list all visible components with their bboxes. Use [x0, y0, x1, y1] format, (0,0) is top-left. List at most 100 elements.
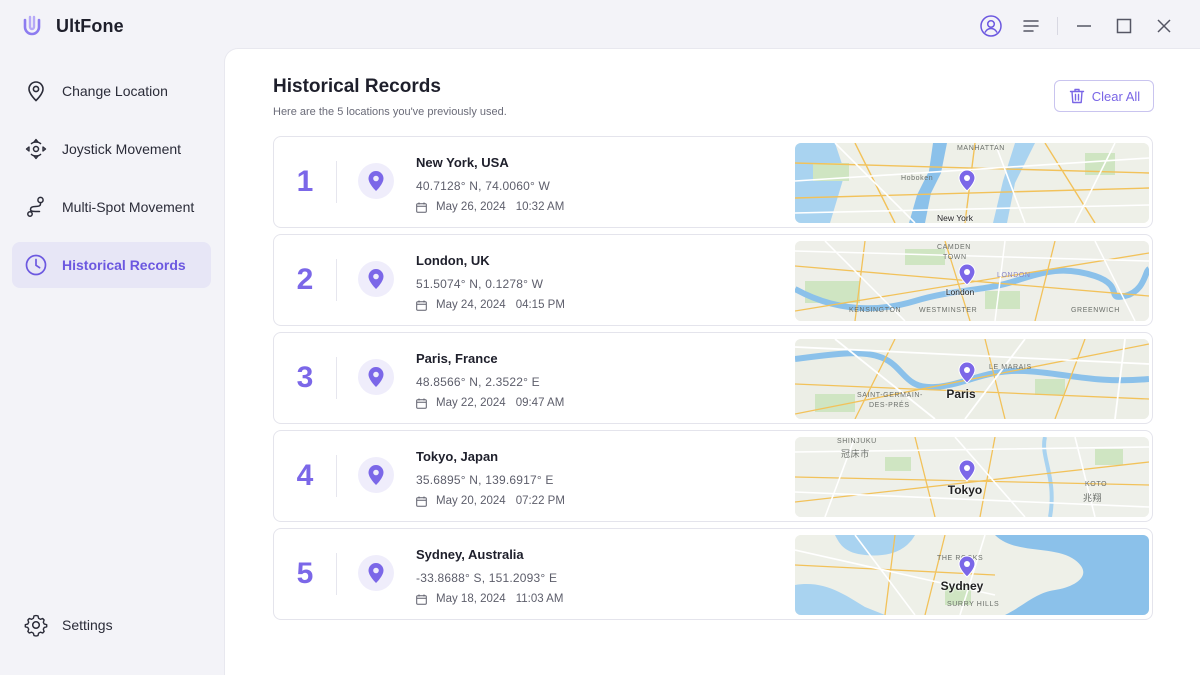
sidebar-item-label: Settings	[62, 617, 113, 633]
record-location-name: Sydney, Australia	[416, 547, 524, 562]
record-location-name: Tokyo, Japan	[416, 449, 499, 464]
calendar-icon	[416, 398, 427, 409]
user-account-icon	[980, 15, 1002, 37]
clear-all-button[interactable]: Clear All	[1054, 80, 1154, 112]
record-time: 10:32 AM	[515, 201, 565, 213]
record-pin	[358, 163, 394, 199]
record-pin	[358, 261, 394, 297]
record-date: May 22, 2024	[436, 397, 506, 409]
close-button[interactable]	[1144, 12, 1184, 40]
sidebar-item-label: Joystick Movement	[62, 141, 182, 157]
minimize-icon	[1077, 25, 1091, 27]
route-icon	[24, 195, 48, 219]
trash-icon	[1069, 88, 1084, 104]
history-record-card[interactable]: 1 New York, USA 40.7128° N, 74.0060° W M…	[273, 136, 1153, 228]
record-date: May 18, 2024	[436, 593, 506, 605]
map-city-label: Paris	[946, 387, 976, 401]
record-coordinates: 40.7128° N, 74.0060° W	[416, 179, 551, 193]
map-pin-icon	[958, 169, 976, 192]
map-label: GREENWICH	[1071, 307, 1120, 314]
app-name: UltFone	[56, 15, 124, 36]
record-coordinates: 35.6895° N, 139.6917° E	[416, 473, 554, 487]
maximize-button[interactable]	[1104, 12, 1144, 40]
map-city-label: Tokyo	[947, 483, 983, 497]
record-location-name: Paris, France	[416, 351, 498, 366]
map-label: LONDON	[997, 272, 1031, 279]
record-index: 3	[296, 361, 314, 394]
main-panel: Historical Records Here are the 5 locati…	[224, 48, 1200, 675]
record-time: 07:22 PM	[515, 495, 565, 507]
location-pin-icon	[368, 563, 384, 583]
card-divider	[336, 455, 337, 497]
sidebar-item-joystick-movement[interactable]: Joystick Movement	[12, 126, 211, 172]
record-time: 11:03 AM	[515, 593, 564, 605]
window-controls	[971, 12, 1184, 40]
record-map-thumbnail: LE MARAIS SAINT-GERMAIN- DES-PRÉS Paris	[795, 339, 1149, 419]
card-divider	[336, 161, 337, 203]
location-pin-icon	[368, 171, 384, 191]
menu-button[interactable]	[1011, 12, 1051, 40]
map-label: Hoboken	[901, 175, 934, 182]
window-controls-divider	[1057, 17, 1058, 35]
user-account-button[interactable]	[971, 12, 1011, 40]
map-label: DES-PRÉS	[869, 402, 910, 409]
record-datetime: May 24, 2024 04:15 PM	[416, 299, 565, 311]
clear-all-label: Clear All	[1091, 88, 1141, 104]
map-city-label: New York	[937, 213, 973, 223]
location-pin-icon	[368, 367, 384, 387]
calendar-icon	[416, 300, 427, 311]
record-coordinates: -33.8688° S, 151.2093° E	[416, 571, 558, 585]
map-label: TOWN	[943, 254, 967, 261]
sidebar: Change Location Joystick Movement Multi-…	[0, 52, 224, 675]
menu-icon	[1023, 20, 1039, 32]
record-datetime: May 20, 2024 07:22 PM	[416, 495, 565, 507]
map-label: 冠床市	[841, 449, 870, 459]
record-location-name: New York, USA	[416, 155, 509, 170]
sidebar-item-historical-records[interactable]: Historical Records	[12, 242, 211, 288]
sidebar-item-multi-spot-movement[interactable]: Multi-Spot Movement	[12, 184, 211, 230]
record-location-name: London, UK	[416, 253, 490, 268]
maximize-icon	[1116, 18, 1132, 34]
record-index: 2	[296, 263, 314, 296]
record-time: 09:47 AM	[515, 397, 565, 409]
calendar-icon	[416, 594, 427, 605]
map-label: SAINT-GERMAIN-	[857, 392, 923, 399]
map-label: KOTO	[1085, 481, 1108, 488]
record-coordinates: 48.8566° N, 2.3522° E	[416, 375, 540, 389]
sidebar-item-label: Multi-Spot Movement	[62, 199, 195, 215]
record-map-thumbnail: THE ROCKS SURRY HILLS Sydney	[795, 535, 1149, 615]
record-coordinates: 51.5074° N, 0.1278° W	[416, 277, 544, 291]
record-index: 5	[296, 557, 314, 590]
minimize-button[interactable]	[1064, 12, 1104, 40]
sidebar-item-label: Historical Records	[62, 257, 186, 273]
close-icon	[1157, 19, 1171, 33]
card-divider	[336, 553, 337, 595]
history-record-card[interactable]: 2 London, UK 51.5074° N, 0.1278° W May 2…	[273, 234, 1153, 326]
card-divider	[336, 357, 337, 399]
record-date: May 20, 2024	[436, 495, 506, 507]
history-record-card[interactable]: 4 Tokyo, Japan 35.6895° N, 139.6917° E M…	[273, 430, 1153, 522]
record-map-thumbnail: CAMDEN TOWN LONDON KENSINGTON WESTMINSTE…	[795, 241, 1149, 321]
map-label: SHINJUKU	[837, 438, 877, 445]
sidebar-item-label: Change Location	[62, 83, 168, 99]
calendar-icon	[416, 202, 427, 213]
clock-icon	[24, 253, 48, 277]
history-record-card[interactable]: 3 Paris, France 48.8566° N, 2.3522° E Ma…	[273, 332, 1153, 424]
map-pin-icon	[958, 263, 976, 286]
map-label: 兆翔	[1083, 493, 1103, 503]
record-date: May 26, 2024	[436, 201, 506, 213]
history-record-card[interactable]: 5 Sydney, Australia -33.8688° S, 151.209…	[273, 528, 1153, 620]
location-pin-icon	[368, 465, 384, 485]
card-divider	[336, 259, 337, 301]
map-pin-icon	[958, 555, 976, 578]
map-label: SURRY HILLS	[947, 601, 1000, 608]
record-datetime: May 18, 2024 11:03 AM	[416, 593, 563, 605]
map-city-label: London	[945, 287, 975, 297]
page-title: Historical Records	[273, 76, 441, 97]
record-datetime: May 22, 2024 09:47 AM	[416, 397, 564, 409]
record-index: 4	[296, 459, 314, 492]
sidebar-item-settings[interactable]: Settings	[12, 602, 211, 648]
joystick-icon	[24, 137, 48, 161]
record-pin	[358, 555, 394, 591]
sidebar-item-change-location[interactable]: Change Location	[12, 68, 211, 114]
